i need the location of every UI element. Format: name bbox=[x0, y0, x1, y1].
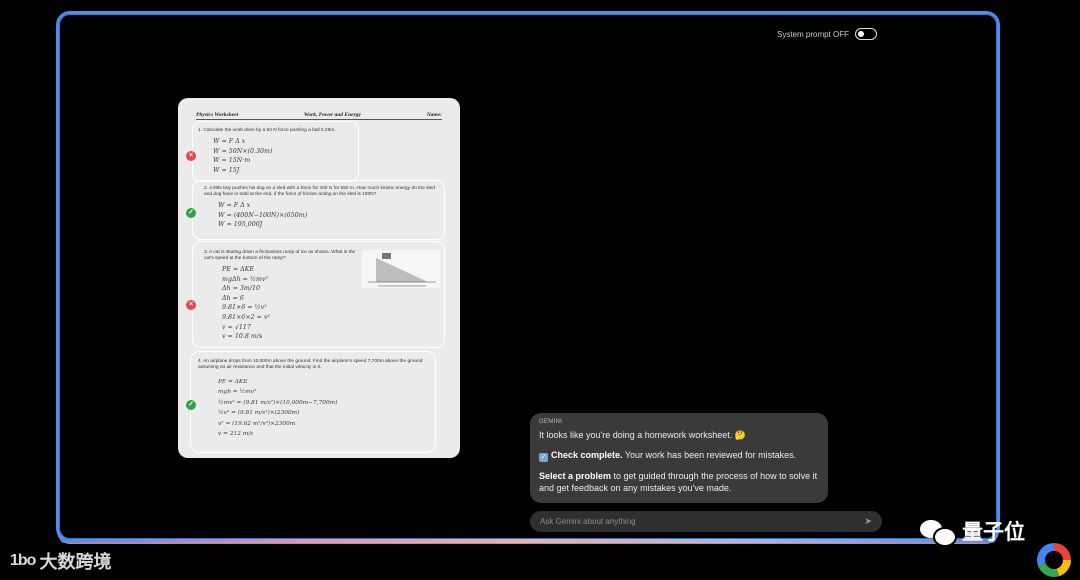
check-complete-rest: Your work has been reviewed for mistakes… bbox=[622, 450, 797, 460]
worksheet-name-label: Name: bbox=[426, 112, 442, 118]
watermark-right: 量子位 bbox=[920, 516, 1025, 547]
system-prompt-toggle[interactable]: System prompt OFF bbox=[777, 28, 877, 40]
problem-3-text: 3. A cat is skating down a frictionless … bbox=[204, 250, 356, 261]
toggle-switch[interactable] bbox=[855, 28, 877, 40]
watermark-left: 1bo 大数跨境 bbox=[10, 548, 111, 574]
gemini-response-bubble: GEMINI It looks like you're doing a home… bbox=[530, 413, 828, 503]
incorrect-icon: × bbox=[186, 300, 196, 310]
send-icon[interactable]: ➤ bbox=[864, 516, 872, 527]
gemini-select-line: Select a problem to get guided through t… bbox=[539, 470, 819, 494]
problem-2-text: 2. A little boy pushes his dog on a sled… bbox=[204, 186, 435, 197]
ask-gemini-placeholder: Ask Gemini about anything bbox=[540, 517, 636, 526]
wechat-icon bbox=[920, 518, 957, 547]
worksheet-topic: Work, Power and Energy bbox=[303, 112, 361, 118]
problem-4-work: PE = ΔKE mgh = ½mv² ½mv² = (9.81 m/s²)×(… bbox=[218, 379, 338, 438]
ramp-diagram bbox=[362, 250, 440, 288]
select-problem-bold: Select a problem bbox=[539, 471, 612, 481]
ask-gemini-input[interactable]: Ask Gemini about anything ➤ bbox=[530, 511, 882, 532]
watermark-left-text: 大数跨境 bbox=[39, 552, 112, 572]
watermark-left-mark: 1bo bbox=[10, 552, 36, 569]
correct-icon: ✓ bbox=[186, 400, 196, 410]
worksheet-image: Physics Worksheet Work, Power and Energy… bbox=[178, 98, 460, 458]
google-logo-icon bbox=[1037, 543, 1071, 577]
problem-2-work: W = F Δ x W = (400N−100N)×(650m) W = 195… bbox=[218, 202, 308, 229]
problem-4-text: 4. An airplane drops from 10,000m above … bbox=[198, 359, 423, 370]
correct-icon: ✓ bbox=[186, 208, 196, 218]
frame-glow bbox=[60, 539, 996, 543]
gemini-label: GEMINI bbox=[539, 419, 563, 425]
worksheet-title: Physics Worksheet bbox=[196, 112, 239, 118]
system-prompt-label: System prompt OFF bbox=[776, 29, 849, 39]
worksheet-header: Physics Worksheet Work, Power and Energy… bbox=[196, 112, 442, 120]
check-complete-bold: Check complete. bbox=[551, 450, 623, 460]
gemini-check-line: ✓ Check complete. Your work has been revi… bbox=[539, 449, 819, 462]
problem-1-text: 1. Calculate the work done by a 50 N for… bbox=[198, 128, 336, 133]
problem-3-work: PE = ΔKE mgΔh = ½mv² Δh = 3m/10 Δh = 6 9… bbox=[222, 266, 270, 341]
gemini-intro: It looks like you're doing a homework wo… bbox=[539, 430, 747, 440]
watermark-right-text: 量子位 bbox=[962, 521, 1025, 544]
checkmark-icon: ✓ bbox=[539, 453, 548, 462]
problem-1-work: W = F Δ x W = 50N×(0.30m) W = 15N·m W = … bbox=[213, 138, 273, 174]
incorrect-icon: × bbox=[186, 151, 196, 161]
